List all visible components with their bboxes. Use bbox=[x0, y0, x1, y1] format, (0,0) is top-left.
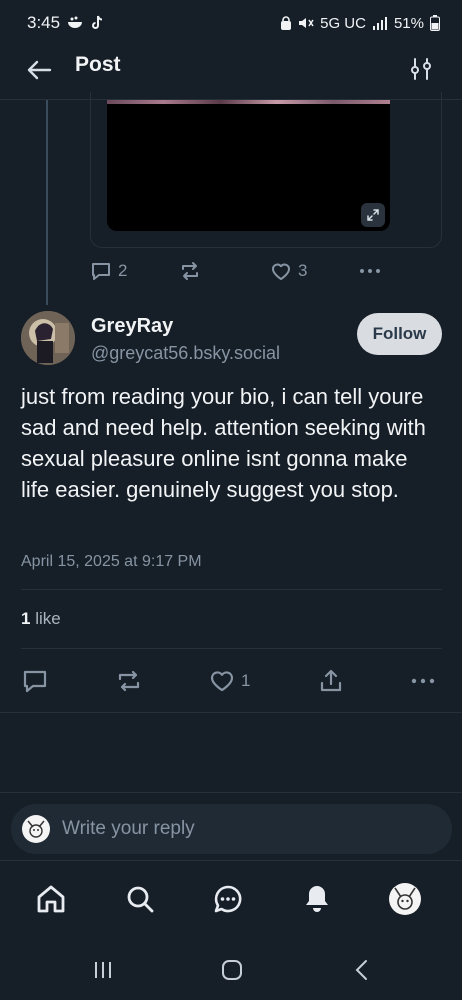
heart-icon bbox=[272, 263, 290, 280]
nav-search[interactable] bbox=[120, 879, 160, 919]
parent-repost-button[interactable] bbox=[179, 260, 201, 282]
home-icon bbox=[37, 885, 65, 913]
nav-chat[interactable] bbox=[208, 879, 248, 919]
divider bbox=[21, 648, 442, 649]
author-display-name[interactable]: GreyRay bbox=[91, 315, 173, 338]
nav-notifications[interactable] bbox=[297, 879, 337, 919]
network-label: 5G UC bbox=[320, 14, 366, 32]
divider bbox=[0, 712, 462, 713]
chat-icon bbox=[214, 885, 242, 913]
avatar-image bbox=[21, 311, 75, 365]
ellipsis-icon bbox=[360, 269, 380, 273]
ellipsis-icon bbox=[411, 678, 435, 684]
system-navigation-bar bbox=[0, 940, 462, 1000]
signal-icon bbox=[372, 16, 388, 30]
share-button[interactable] bbox=[318, 668, 344, 694]
reply-button[interactable] bbox=[22, 668, 48, 694]
parent-reply-button[interactable]: 2 bbox=[90, 260, 127, 282]
share-icon bbox=[320, 669, 342, 692]
post-actions: 1 bbox=[0, 660, 462, 700]
lock-icon bbox=[280, 16, 292, 30]
parent-reply-count: 2 bbox=[118, 261, 128, 280]
post-timestamp: April 15, 2025 at 9:17 PM bbox=[21, 553, 202, 570]
status-bar: 3:45 5G UC 51% bbox=[0, 0, 462, 46]
post-body-text: just from reading your bio, i can tell y… bbox=[21, 384, 426, 502]
reply-input-placeholder[interactable]: Write your reply bbox=[62, 818, 195, 840]
profile-avatar-icon bbox=[389, 883, 421, 915]
parent-like-button[interactable]: 3 bbox=[270, 260, 307, 282]
like-count: 1 bbox=[241, 671, 251, 690]
bowl-notification-icon bbox=[66, 15, 84, 31]
tiktok-notification-icon bbox=[90, 15, 104, 31]
expand-media-button[interactable] bbox=[361, 203, 385, 227]
back-system-button[interactable] bbox=[347, 958, 377, 982]
chevron-left-icon bbox=[355, 960, 367, 980]
repost-icon bbox=[118, 670, 140, 692]
follow-button[interactable]: Follow bbox=[357, 313, 442, 355]
battery-icon bbox=[430, 15, 440, 31]
thread-settings-button[interactable] bbox=[406, 54, 436, 84]
repost-icon bbox=[182, 262, 198, 280]
home-circle-icon bbox=[222, 960, 242, 980]
status-time: 3:45 bbox=[27, 13, 61, 32]
comment-icon bbox=[23, 670, 47, 693]
author-avatar[interactable] bbox=[21, 311, 75, 365]
recents-icon bbox=[95, 962, 111, 978]
nav-home[interactable] bbox=[31, 879, 71, 919]
bell-icon bbox=[306, 886, 328, 912]
repost-button[interactable] bbox=[116, 668, 142, 694]
battery-percent: 51% bbox=[393, 14, 424, 32]
recent-apps-button[interactable] bbox=[88, 958, 118, 982]
parent-more-button[interactable] bbox=[358, 260, 382, 282]
author-handle[interactable]: @greycat56.bsky.social bbox=[91, 343, 280, 364]
my-avatar bbox=[22, 815, 50, 843]
heart-icon bbox=[210, 671, 234, 692]
page-title: Post bbox=[75, 53, 121, 76]
nav-profile[interactable] bbox=[385, 879, 425, 919]
likes-count: 1 bbox=[21, 609, 31, 628]
likes-label: like bbox=[35, 609, 61, 628]
like-button[interactable]: 1 bbox=[209, 668, 250, 694]
bottom-navigation bbox=[0, 860, 462, 940]
arrow-left-icon bbox=[27, 60, 52, 80]
comment-icon bbox=[92, 263, 110, 280]
embedded-video[interactable] bbox=[107, 100, 390, 231]
mute-icon bbox=[298, 16, 314, 30]
avatar-image bbox=[27, 820, 45, 838]
search-icon bbox=[127, 886, 154, 913]
thread-connector-line bbox=[46, 100, 48, 305]
divider bbox=[21, 589, 442, 590]
likes-summary[interactable]: 1 like bbox=[21, 609, 61, 629]
parent-post-actions: 2 3 bbox=[90, 258, 400, 288]
sliders-icon bbox=[411, 58, 431, 80]
expand-icon bbox=[367, 209, 379, 221]
video-preview-strip bbox=[107, 100, 390, 104]
divider bbox=[0, 792, 462, 793]
back-button[interactable] bbox=[24, 55, 54, 85]
more-options-button[interactable] bbox=[410, 668, 436, 694]
parent-like-count: 3 bbox=[298, 261, 308, 280]
reply-composer[interactable]: Write your reply bbox=[11, 804, 452, 854]
home-system-button[interactable] bbox=[217, 958, 247, 982]
